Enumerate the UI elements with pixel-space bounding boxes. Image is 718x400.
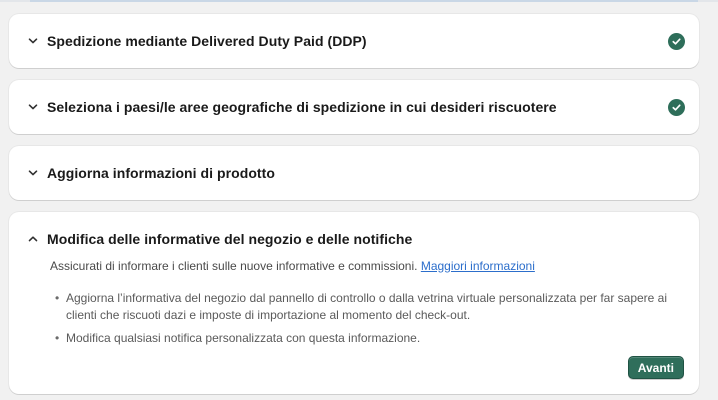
instruction-list: Aggiorna l’informativa del negozio dal p… (55, 290, 685, 353)
top-divider-accent (30, 0, 698, 2)
page: Spedizione mediante Delivered Duty Paid … (0, 0, 718, 400)
list-item: Modifica qualsiasi notifica personalizza… (55, 330, 685, 347)
section-intro: Assicurati di informare i clienti sulle … (50, 259, 535, 273)
intro-text: Assicurati di informare i clienti sulle … (50, 259, 418, 273)
check-circle-icon (668, 32, 685, 50)
section-header-ddp-shipping[interactable]: Spedizione mediante Delivered Duty Paid … (9, 14, 699, 68)
section-card-select-countries: Seleziona i paesi/le aree geografiche di… (9, 80, 699, 134)
section-title: Seleziona i paesi/le aree geografiche di… (47, 99, 557, 115)
list-item: Aggiorna l’informativa del negozio dal p… (55, 290, 685, 324)
chevron-up-icon (27, 233, 39, 245)
chevron-down-icon (27, 35, 39, 47)
learn-more-link[interactable]: Maggiori informazioni (421, 259, 535, 273)
chevron-down-icon (27, 101, 39, 113)
section-title: Aggiorna informazioni di prodotto (47, 165, 275, 181)
next-button[interactable]: Avanti (627, 356, 684, 379)
section-header-select-countries[interactable]: Seleziona i paesi/le aree geografiche di… (9, 80, 699, 134)
check-circle-icon (668, 98, 685, 116)
section-header-store-policies[interactable]: Modifica delle informative del negozio e… (9, 212, 699, 266)
section-header-product-info[interactable]: Aggiorna informazioni di prodotto (9, 146, 699, 200)
section-title: Spedizione mediante Delivered Duty Paid … (47, 33, 367, 49)
section-card-store-policies: Modifica delle informative del negozio e… (9, 212, 699, 394)
chevron-down-icon (27, 167, 39, 179)
section-card-product-info: Aggiorna informazioni di prodotto (9, 146, 699, 200)
section-card-ddp-shipping: Spedizione mediante Delivered Duty Paid … (9, 14, 699, 68)
section-title: Modifica delle informative del negozio e… (47, 231, 413, 247)
